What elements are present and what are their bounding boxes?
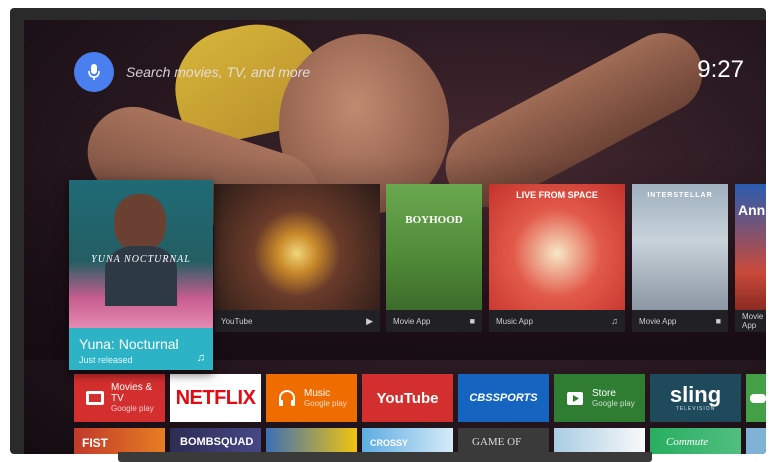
app-label: Movies & TV [111,382,153,404]
app-store[interactable]: Store Google play [554,374,645,422]
featured-card[interactable]: YUNA NOCTURNAL Yuna: Nocturnal Just rele… [69,180,213,370]
card-art [214,184,380,310]
row-card-interstellar[interactable]: INTERSTELLAR Movie App ■ [632,184,728,332]
card-art: INTERSTELLAR [632,184,728,310]
app-label: Music [304,387,331,399]
sling-sublabel: TELEVISION [675,406,716,412]
featured-info-bar: Yuna: Nocturnal Just released ♫ [69,328,213,370]
voice-search-button[interactable] [74,52,114,92]
clock: 9:27 [697,56,744,83]
app-games[interactable]: G [746,374,766,422]
play-store-icon [564,389,586,407]
app-sublabel: Google play [304,398,347,408]
gamepad-icon [750,389,766,407]
sling-logo: sling [669,382,722,407]
row-card-annie[interactable]: Ann Movie App [735,184,766,332]
video-icon: ▶ [366,315,373,326]
app-cbs-sports[interactable]: CBSSPORTS [458,374,549,422]
youtube-logo: YouTube [376,389,439,407]
card-art-title: LIVE FROM SPACE [516,190,598,200]
featured-art-title: YUNA NOCTURNAL [91,254,191,265]
netflix-logo: NETFLIX [175,386,256,409]
card-label: Music App [496,316,533,326]
featured-art: YUNA NOCTURNAL [69,180,213,328]
game-title: FIST [82,436,108,450]
headphones-icon [276,389,298,407]
card-art-title: INTERSTELLAR [647,192,713,199]
featured-subtitle: Just released [79,355,133,365]
row-card-live-from-space[interactable]: LIVE FROM SPACE Music App ♫ [489,184,625,332]
app-sublabel: Google play [592,398,635,408]
microphone-icon [88,64,100,80]
game-tile[interactable]: BOMBSQUAD [170,428,261,454]
game-tile[interactable]: FIST [74,428,165,454]
game-title: BOMBSQUAD [180,436,254,448]
card-label: YouTube [221,316,253,326]
music-note-icon: ♫ [196,352,205,364]
film-icon [84,389,105,407]
app-sling[interactable]: sling TELEVISION [650,374,741,422]
game-tile[interactable]: CROSSY [362,428,453,454]
game-tile[interactable]: Commute [650,428,741,454]
search-placeholder[interactable]: Search movies, TV, and more [126,64,310,80]
music-icon: ♫ [611,316,618,326]
row-card-boyhood[interactable]: BOYHOOD Movie App ■ [386,184,482,332]
movie-icon: ■ [469,316,475,326]
game-tile[interactable] [746,428,766,454]
tv-stand [118,452,652,462]
featured-title: Yuna: Nocturnal [79,336,179,352]
card-art-title: Ann [738,202,766,218]
app-movies-tv[interactable]: Movies & TV Google play [74,374,165,422]
card-art: LIVE FROM SPACE [489,184,625,310]
game-tile[interactable] [266,428,357,454]
tv-screen: Search movies, TV, and more 9:27 YouTube… [24,20,766,454]
app-label: Store [592,387,616,399]
card-art-title: BOYHOOD [405,214,463,226]
card-label: Movie App [639,316,677,326]
tv-frame: Search movies, TV, and more 9:27 YouTube… [10,8,766,454]
card-label: Movie App [742,312,764,330]
game-title: GAME OF [472,436,522,448]
app-netflix[interactable]: NETFLIX [170,374,261,422]
card-art: BOYHOOD [386,184,482,310]
game-tile[interactable]: GAME OF [458,428,549,454]
game-title: CROSSY [370,438,409,448]
cbs-sports-logo: CBSSPORTS [469,392,538,404]
movie-icon: ■ [715,316,721,326]
game-title: Commute [666,436,709,448]
app-youtube[interactable]: YouTube [362,374,453,422]
row-card-youtube[interactable]: YouTube ▶ [214,184,380,332]
app-music[interactable]: Music Google play [266,374,357,422]
app-sublabel: Google play [111,404,154,413]
game-tile[interactable] [554,428,645,454]
card-label: Movie App [393,316,431,326]
card-art: Ann [735,184,766,310]
